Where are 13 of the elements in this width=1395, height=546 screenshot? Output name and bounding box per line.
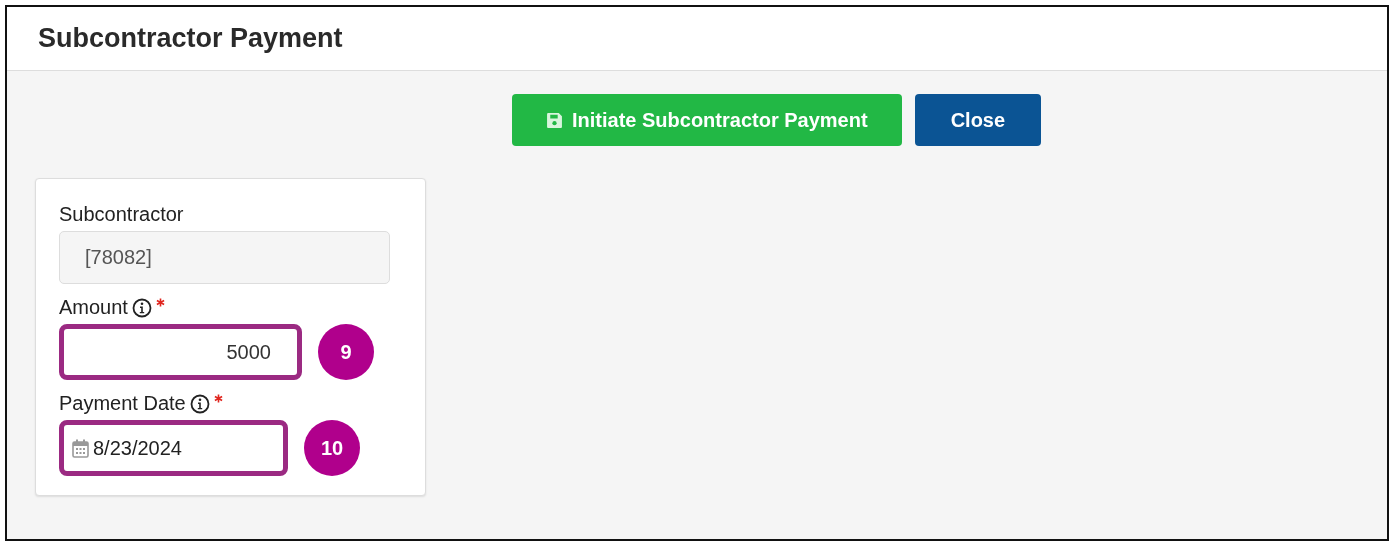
calendar-icon: [72, 438, 89, 458]
info-icon[interactable]: [131, 298, 152, 318]
date-field[interactable]: 8/23/2024: [59, 420, 288, 476]
field-label: Payment Date: [59, 392, 186, 415]
field-label: Amount: [59, 296, 128, 319]
step-badge: 10: [304, 420, 360, 476]
input-field[interactable]: 5000: [59, 324, 302, 380]
save-icon: [546, 111, 563, 129]
window-title: Subcontractor Payment: [38, 23, 343, 54]
step-badge: 9: [318, 324, 374, 380]
info-icon[interactable]: [189, 394, 210, 414]
close-button[interactable]: Close: [914, 94, 1042, 146]
field-label: Subcontractor: [59, 203, 184, 226]
